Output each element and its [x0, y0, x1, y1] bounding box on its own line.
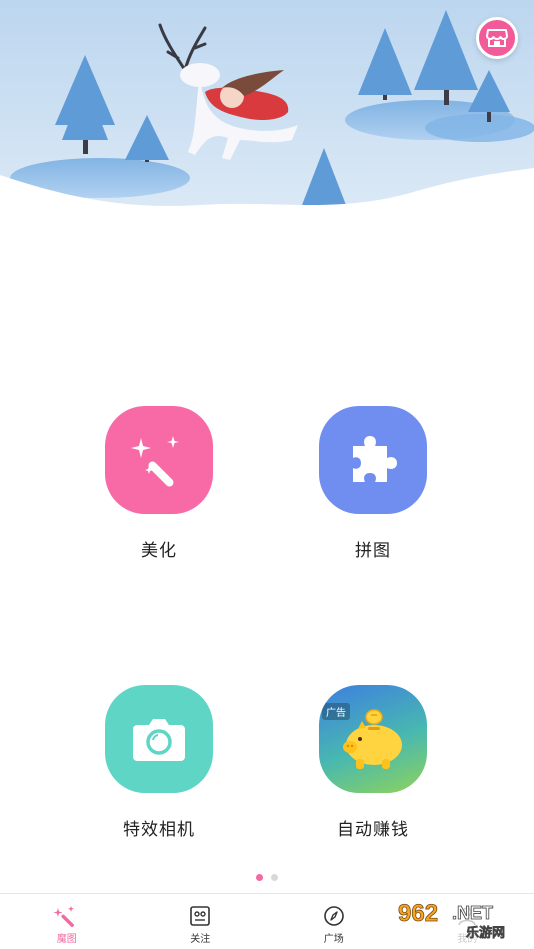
- feature-label: 拼图: [355, 541, 391, 560]
- ad-badge: 广告: [322, 703, 350, 720]
- svg-text:.NET: .NET: [452, 903, 493, 923]
- nav-label: 魔图: [56, 934, 77, 945]
- nav-item-magic[interactable]: 魔图: [0, 894, 134, 949]
- magic-wand-icon: [131, 436, 179, 487]
- page-indicator: [0, 874, 534, 881]
- store-icon: [486, 29, 508, 47]
- header-banner: [0, 0, 534, 280]
- page-dot: [271, 874, 278, 881]
- feature-label: 自动赚钱: [337, 820, 409, 839]
- page-dot-active: [256, 874, 263, 881]
- nav-label: 广场: [323, 934, 344, 945]
- nav-label: 关注: [190, 934, 211, 945]
- compass-icon: [323, 906, 344, 926]
- svg-text:962: 962: [398, 900, 438, 927]
- follow-icon: [190, 906, 211, 926]
- nav-item-follow[interactable]: 关注: [134, 894, 268, 949]
- feature-label: 美化: [141, 541, 177, 560]
- beautify-tile[interactable]: [105, 406, 213, 514]
- feature-beautify[interactable]: 美化: [69, 406, 249, 561]
- watermark: 962 .NET 乐游网: [394, 895, 528, 943]
- magic-wand-icon: [53, 906, 74, 927]
- feature-auto-earn-ad[interactable]: 广告 自动赚钱: [283, 685, 463, 840]
- camera-icon: [133, 719, 185, 761]
- feature-label: 特效相机: [123, 820, 195, 839]
- puzzle-icon: [353, 436, 397, 482]
- watermark-logo: 962 .NET 乐游网: [394, 895, 528, 943]
- earn-tile[interactable]: 广告: [319, 685, 427, 793]
- collage-tile[interactable]: [319, 406, 427, 514]
- svg-text:乐游网: 乐游网: [466, 925, 505, 941]
- nav-item-square[interactable]: 广场: [267, 894, 401, 949]
- feature-collage[interactable]: 拼图: [283, 406, 463, 561]
- store-button[interactable]: [476, 17, 518, 59]
- camera-tile[interactable]: [105, 685, 213, 793]
- winter-illustration: [0, 0, 534, 280]
- feature-effect-camera[interactable]: 特效相机: [69, 685, 249, 840]
